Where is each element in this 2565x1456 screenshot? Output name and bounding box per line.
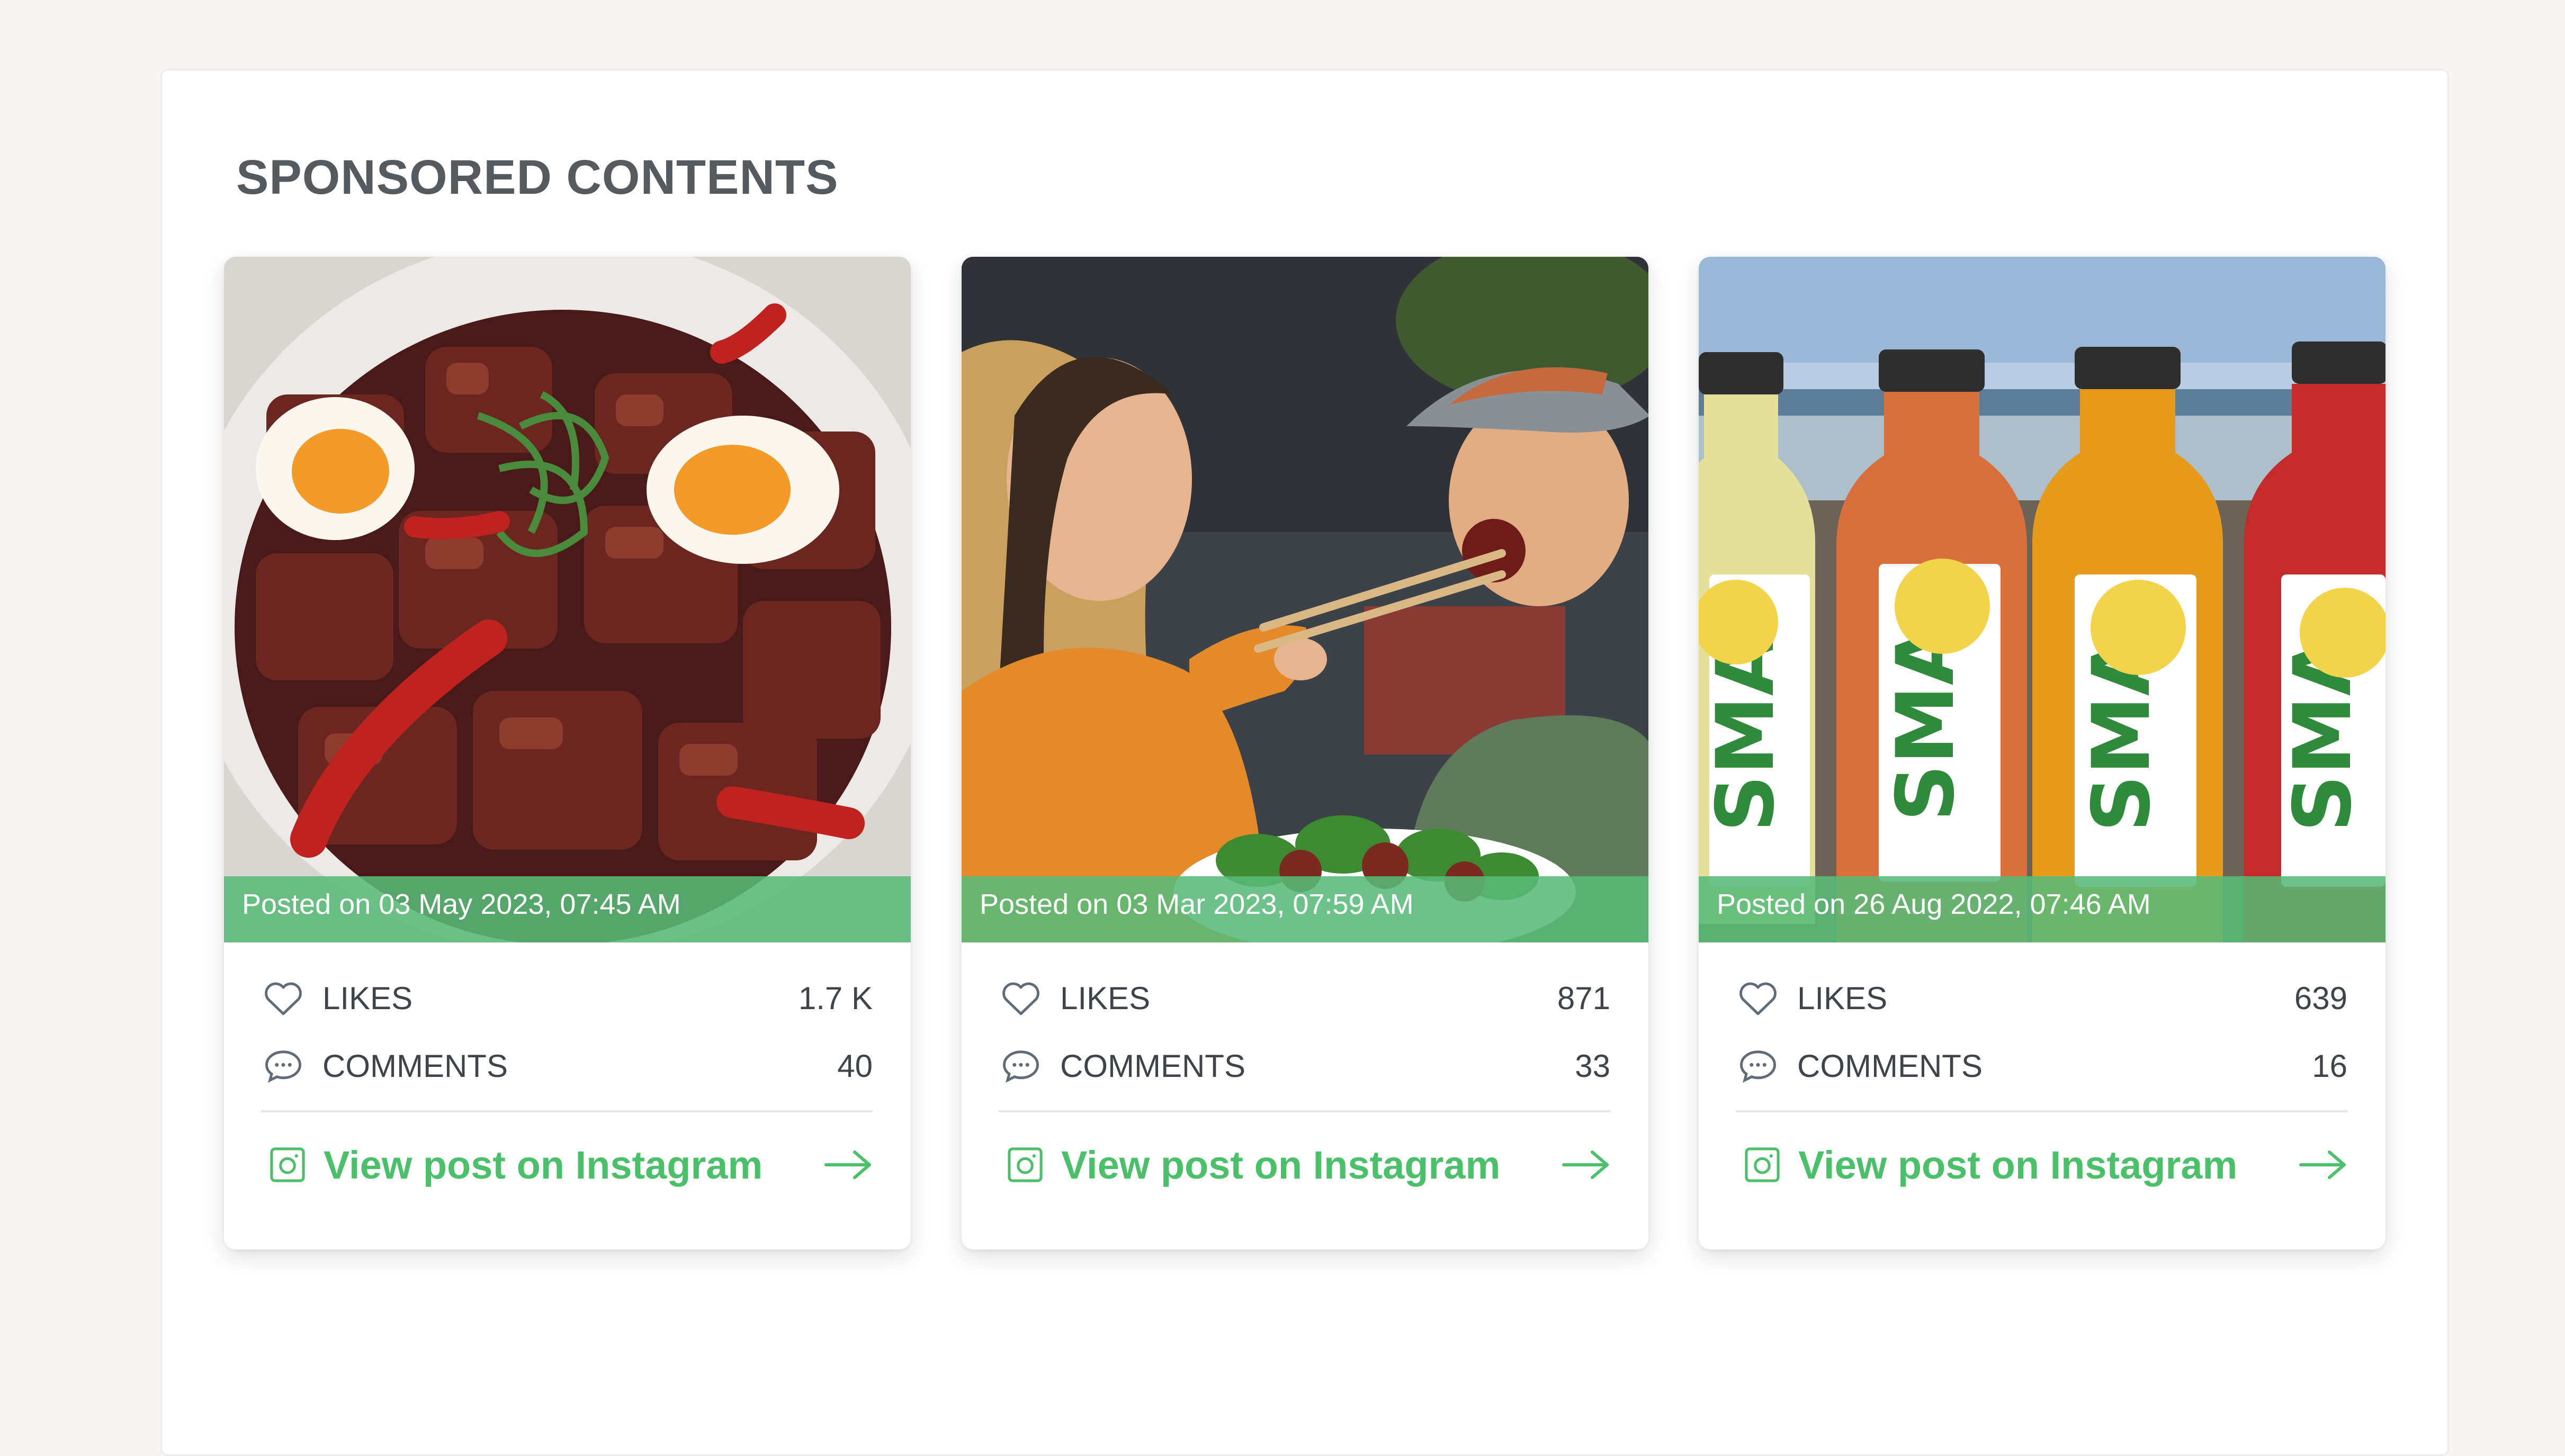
sponsored-card[interactable]: SMA SMA SMA SMA Posted on 26 Aug 2022, 0… xyxy=(1699,257,2385,1250)
divider xyxy=(999,1110,1610,1112)
heart-icon xyxy=(265,982,302,1015)
arrow-right-icon[interactable] xyxy=(2299,1149,2347,1181)
people-photo xyxy=(962,257,1648,942)
food-photo xyxy=(224,257,911,942)
comments-row: COMMENTS 33 xyxy=(999,1037,1610,1095)
likes-label: LIKES xyxy=(322,980,413,1016)
post-image[interactable]: SMA SMA SMA SMA Posted on 26 Aug 2022, 0… xyxy=(1699,257,2385,942)
comments-count: 16 xyxy=(2312,1048,2347,1084)
posted-date: Posted on 03 Mar 2023, 07:59 AM xyxy=(962,876,1648,942)
instagram-icon xyxy=(270,1147,305,1182)
svg-text:SMA: SMA xyxy=(1880,624,1972,821)
chat-bubble-icon xyxy=(1003,1050,1039,1083)
view-post-label[interactable]: View post on Instagram xyxy=(1061,1143,1562,1188)
divider xyxy=(261,1110,873,1112)
posted-date: Posted on 26 Aug 2022, 07:46 AM xyxy=(1699,876,2385,942)
heart-icon xyxy=(1739,982,1777,1015)
comments-label: COMMENTS xyxy=(1060,1048,1245,1084)
comments-label: COMMENTS xyxy=(322,1048,508,1084)
likes-label: LIKES xyxy=(1797,980,1888,1016)
comments-count: 40 xyxy=(837,1048,873,1084)
chat-bubble-icon xyxy=(1740,1050,1776,1083)
view-post-link[interactable]: View post on Instagram xyxy=(999,1130,1610,1199)
post-image[interactable]: Posted on 03 Mar 2023, 07:59 AM xyxy=(962,257,1648,942)
view-post-label[interactable]: View post on Instagram xyxy=(1798,1143,2299,1188)
comments-row: COMMENTS 40 xyxy=(261,1037,873,1095)
comments-count: 33 xyxy=(1575,1048,1610,1084)
likes-row: LIKES 871 xyxy=(999,969,1610,1027)
section-title: SPONSORED CONTENTS xyxy=(236,150,839,204)
likes-row: LIKES 1.7 K xyxy=(261,969,873,1027)
posted-date: Posted on 03 May 2023, 07:45 AM xyxy=(224,876,911,942)
likes-row: LIKES 639 xyxy=(1736,969,2347,1027)
instagram-icon xyxy=(1008,1147,1043,1182)
bottles-photo: SMA SMA SMA SMA xyxy=(1699,257,2385,942)
comments-row: COMMENTS 16 xyxy=(1736,1037,2347,1095)
chat-bubble-icon xyxy=(265,1050,301,1083)
arrow-right-icon[interactable] xyxy=(1562,1149,1610,1181)
arrow-right-icon[interactable] xyxy=(824,1149,873,1181)
svg-text:SMA: SMA xyxy=(1700,634,1792,832)
sponsored-card[interactable]: Posted on 03 May 2023, 07:45 AM LIKES 1.… xyxy=(224,257,911,1250)
likes-count: 639 xyxy=(2294,980,2347,1016)
post-image[interactable]: Posted on 03 May 2023, 07:45 AM xyxy=(224,257,911,942)
view-post-link[interactable]: View post on Instagram xyxy=(1736,1130,2347,1199)
likes-label: LIKES xyxy=(1060,980,1151,1016)
likes-count: 1.7 K xyxy=(798,980,873,1016)
view-post-label[interactable]: View post on Instagram xyxy=(324,1143,824,1188)
instagram-icon xyxy=(1745,1147,1780,1182)
likes-count: 871 xyxy=(1557,980,1610,1016)
divider xyxy=(1736,1110,2347,1112)
heart-icon xyxy=(1002,982,1039,1015)
comments-label: COMMENTS xyxy=(1797,1048,1983,1084)
sponsored-card[interactable]: Posted on 03 Mar 2023, 07:59 AM LIKES 87… xyxy=(962,257,1648,1250)
view-post-link[interactable]: View post on Instagram xyxy=(261,1130,873,1199)
